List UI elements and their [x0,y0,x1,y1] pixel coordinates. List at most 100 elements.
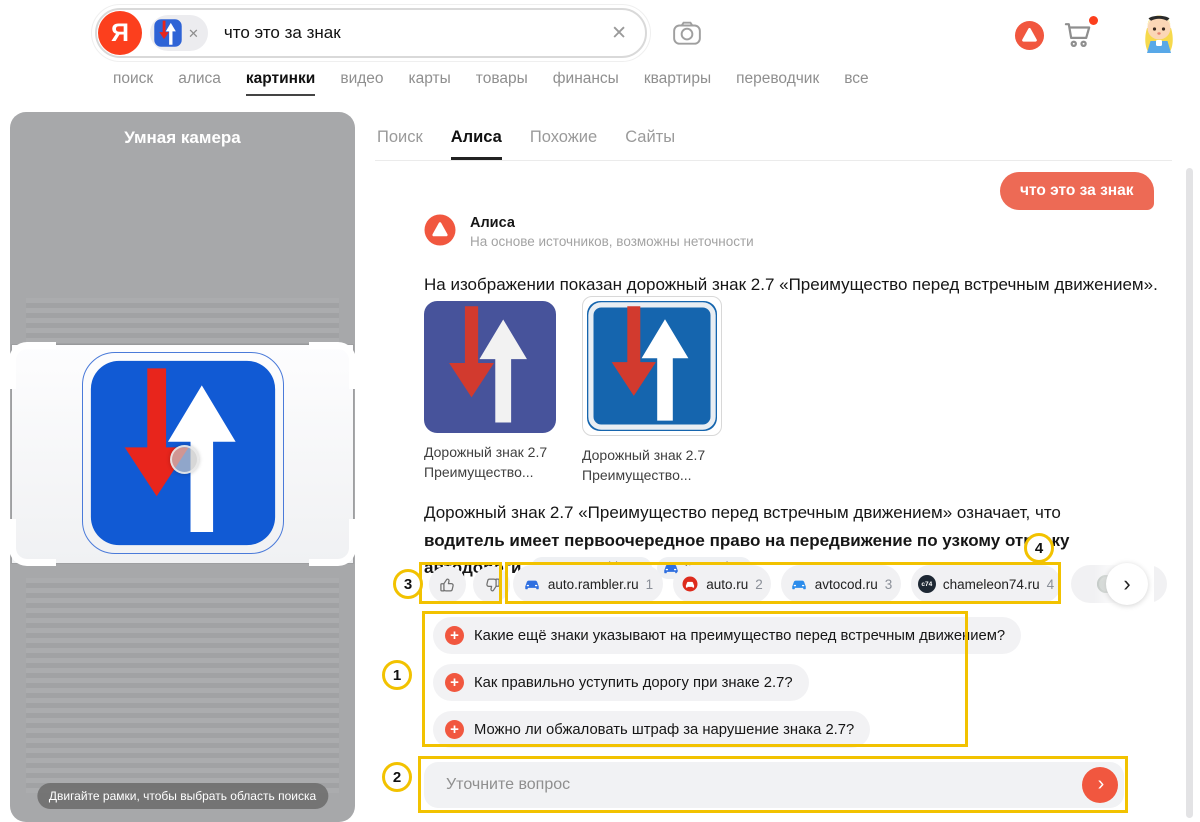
send-button[interactable]: › [1082,767,1118,803]
tabs-divider [375,160,1172,161]
clear-search-icon[interactable]: ✕ [611,22,627,45]
source-label: avtocod.ru [815,577,878,592]
answer-intro-text: На изображении показан дорожный знак 2.7… [424,275,1158,295]
image-caption-subtitle: Преимущество... [424,462,566,482]
road-sign-2-7-icon [424,301,556,433]
nav-finance[interactable]: финансы [553,70,619,96]
plus-icon: + [445,626,464,645]
source-rank: 3 [885,577,893,592]
source-chip-rambler[interactable]: auto.rambler.ru 1 [513,565,663,603]
thumb-down-button[interactable] [473,566,510,603]
image-caption-subtitle: Преимущество... [582,465,724,485]
annotation-number-4: 4 [1024,533,1054,563]
source-rank: 4 [1047,577,1055,592]
alice-name: Алиса [470,215,754,231]
search-bar[interactable]: Я ✕ ✕ [95,8,647,58]
refine-question-input[interactable] [444,775,1082,795]
nav-apartments[interactable]: квартиры [644,70,711,96]
annotation-number-2: 2 [382,762,412,792]
nav-translate[interactable]: переводчик [736,70,819,96]
camera-icon [672,19,702,47]
source-chip-autoru[interactable]: auto.ru 2 [673,565,771,603]
source-label: auto.ru [706,577,748,592]
feedback-row [429,566,517,603]
thumb-up-button[interactable] [429,566,466,603]
crop-handle-top-right[interactable] [309,342,355,389]
road-sign-image-1[interactable] [424,301,556,433]
image-caption: Дорожный знак 2.7 Преимущество... [424,442,566,482]
camera-search-icon[interactable] [672,19,702,47]
cart-badge-dot [1089,16,1098,25]
user-message-bubble: что это за знак [1000,172,1154,210]
camera-panel-title: Умная камера [10,128,355,148]
source-rank: 2 [755,577,763,592]
alice-icon[interactable] [1014,20,1045,51]
tab-sites[interactable]: Сайты [625,128,675,160]
crop-handle-bottom-right[interactable] [309,519,355,566]
send-arrow-icon: › [1098,773,1105,796]
source-label: auto.rambler.ru [548,577,639,592]
answer-plain: Дорожный знак 2.7 «Преимущество перед вс… [424,503,1061,522]
alice-drop-icon [1014,20,1045,51]
crop-handle-bottom-left[interactable] [10,519,56,566]
tab-similar[interactable]: Похожие [530,128,597,160]
alice-answer-header: Алиса На основе источников, возможны нет… [424,214,754,249]
car-icon [523,575,541,593]
crop-selection-area[interactable] [12,345,353,563]
nav-goods[interactable]: товары [476,70,528,96]
suggestion-label: Какие ещё знаки указывают на преимуществ… [474,628,1005,644]
source-rank: 1 [646,577,654,592]
image-caption-title: Дорожный знак 2.7 [424,442,566,462]
nav-maps[interactable]: карты [409,70,451,96]
source-chip-chameleon74[interactable]: c74 chameleon74.ru 4 [911,565,1061,603]
plus-icon: + [445,720,464,739]
search-image-chip[interactable]: ✕ [150,15,208,51]
refine-question-bar[interactable]: › [424,762,1124,808]
source-label: chameleon74.ru [943,577,1040,592]
service-nav: поиск алиса картинки видео карты товары … [113,70,869,96]
suggestion-pill[interactable]: + Какие ещё знаки указывают на преимущес… [433,617,1021,654]
remove-image-icon[interactable]: ✕ [188,27,199,40]
sources-row: auto.rambler.ru 1 auto.ru 2 avtocod.ru 3… [513,565,1167,603]
thumb-up-icon [438,575,458,595]
annotation-number-3: 3 [393,569,423,599]
suggestion-pill[interactable]: + Как правильно уступить дорогу при знак… [433,664,809,701]
image-caption-title: Дорожный знак 2.7 [582,445,724,465]
results-scrollbar[interactable] [1186,168,1193,818]
suggestion-label: Можно ли обжаловать штраф за нарушение з… [474,722,854,738]
nav-alice[interactable]: алиса [178,70,221,96]
answer-images-row: Дорожный знак 2.7 Преимущество... Дорожн… [424,296,724,485]
alice-avatar-icon [424,214,456,246]
suggested-questions: + Какие ещё знаки указывают на преимущес… [433,617,1021,748]
alice-disclaimer: На основе источников, возможны неточност… [470,234,754,249]
thumb-down-icon [482,575,502,595]
avatar-girl-icon [1133,6,1185,58]
yandex-logo[interactable]: Я [98,11,142,55]
car-icon [790,575,808,593]
image-result-card-selected[interactable]: Дорожный знак 2.7 Преимущество... [582,296,724,485]
plus-icon: + [445,673,464,692]
road-sign-2-7-icon [587,301,717,431]
car-icon [681,575,699,593]
more-sources-button[interactable]: › [1106,563,1148,605]
tab-search[interactable]: Поиск [377,128,423,160]
suggestion-label: Как правильно уступить дорогу при знаке … [474,675,793,691]
crop-handle-top-left[interactable] [10,342,56,389]
user-avatar[interactable] [1133,6,1185,58]
smart-camera-panel: Умная камера Двигайте рамки, чтобы выбра… [10,112,355,822]
nav-all[interactable]: все [844,70,868,96]
search-input[interactable] [222,22,611,44]
dimmed-image-area-bottom [26,578,339,793]
source-chip-avtocod[interactable]: avtocod.ru 3 [781,565,901,603]
image-result-card[interactable]: Дорожный знак 2.7 Преимущество... [424,296,566,485]
yandex-images-page: Я ✕ ✕ [0,0,1200,822]
tab-alice[interactable]: Алиса [451,128,502,160]
suggestion-pill[interactable]: + Можно ли обжаловать штраф за нарушение… [433,711,870,748]
nav-search[interactable]: поиск [113,70,153,96]
query-image-thumbnail [154,19,182,47]
crop-drag-dot[interactable] [170,445,199,474]
road-sign-image-2[interactable] [582,296,722,436]
nav-images[interactable]: картинки [246,70,315,96]
nav-video[interactable]: видео [340,70,383,96]
camera-hint-tooltip: Двигайте рамки, чтобы выбрать область по… [37,783,328,809]
